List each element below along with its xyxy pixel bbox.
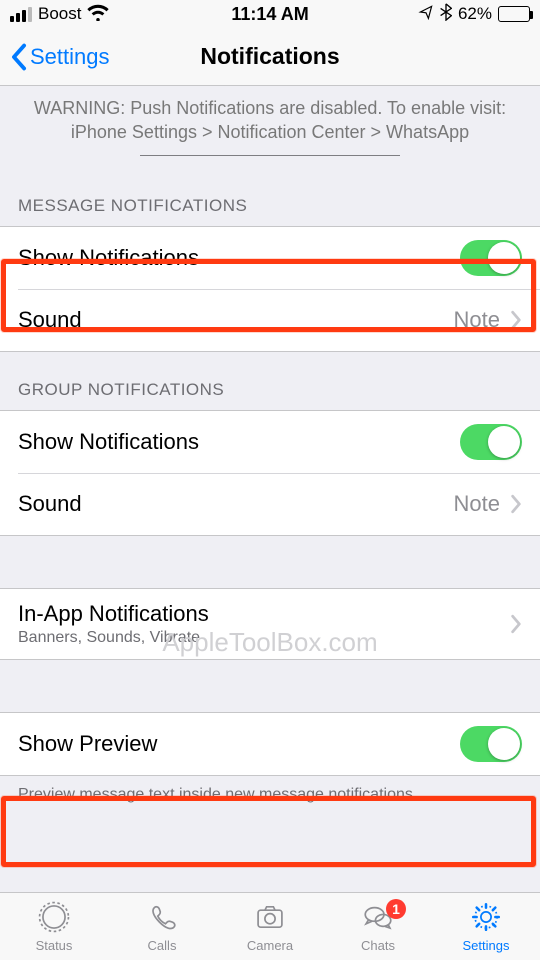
phone-icon	[145, 900, 179, 937]
carrier-name: Boost	[38, 4, 81, 24]
inapp-group: In-App Notifications Banners, Sounds, Vi…	[0, 588, 540, 660]
inapp-notifications-row[interactable]: In-App Notifications Banners, Sounds, Vi…	[0, 589, 540, 659]
cell-label: Sound	[18, 307, 82, 333]
location-icon	[418, 4, 434, 25]
tab-status[interactable]: Status	[0, 893, 108, 960]
tab-label: Calls	[148, 938, 177, 953]
battery-percent: 62%	[458, 4, 492, 24]
chevron-left-icon	[10, 43, 28, 71]
nav-bar: Settings Notifications	[0, 28, 540, 86]
cell-value: Note	[454, 491, 500, 517]
section-header-group: GROUP NOTIFICATIONS	[0, 352, 540, 410]
cell-label: In-App Notifications	[18, 601, 209, 627]
status-ring-icon	[37, 900, 71, 937]
tab-settings[interactable]: Settings	[432, 893, 540, 960]
preview-footer-note: Preview message text inside new message …	[0, 776, 540, 810]
battery-icon	[498, 6, 530, 22]
camera-icon	[253, 900, 287, 937]
tab-label: Camera	[247, 938, 293, 953]
cell-subtitle: Banners, Sounds, Vibrate	[18, 629, 209, 647]
message-show-notifications-toggle[interactable]	[460, 240, 522, 276]
bluetooth-icon	[440, 3, 452, 26]
signal-strength-icon	[10, 7, 32, 22]
chats-badge: 1	[386, 899, 406, 919]
group-show-notifications-row[interactable]: Show Notifications	[0, 411, 540, 473]
push-disabled-warning: WARNING: Push Notifications are disabled…	[0, 86, 540, 156]
show-preview-toggle[interactable]	[460, 726, 522, 762]
tab-label: Status	[36, 938, 73, 953]
tab-calls[interactable]: Calls	[108, 893, 216, 960]
status-bar: Boost 11:14 AM 62%	[0, 0, 540, 28]
group-notifications-group: Show Notifications Sound Note	[0, 410, 540, 536]
group-sound-row[interactable]: Sound Note	[0, 473, 540, 535]
content-scroll[interactable]: WARNING: Push Notifications are disabled…	[0, 86, 540, 810]
message-sound-row[interactable]: Sound Note	[0, 289, 540, 351]
warning-line-1: WARNING: Push Notifications are disabled…	[28, 96, 512, 120]
tab-label: Chats	[361, 938, 395, 953]
cell-label: Show Notifications	[18, 245, 199, 271]
chevron-right-icon	[510, 614, 522, 634]
cell-label: Show Preview	[18, 731, 157, 757]
cell-value: Note	[454, 307, 500, 333]
show-preview-row[interactable]: Show Preview	[0, 713, 540, 775]
cell-label: Sound	[18, 491, 82, 517]
preview-group: Show Preview	[0, 712, 540, 776]
back-button[interactable]: Settings	[10, 43, 110, 71]
tab-label: Settings	[463, 938, 510, 953]
tab-bar: Status Calls Camera 1 Chats Settings	[0, 892, 540, 960]
section-header-message: MESSAGE NOTIFICATIONS	[0, 156, 540, 226]
group-show-notifications-toggle[interactable]	[460, 424, 522, 460]
tab-chats[interactable]: 1 Chats	[324, 893, 432, 960]
back-label: Settings	[30, 44, 110, 70]
message-show-notifications-row[interactable]: Show Notifications	[0, 227, 540, 289]
chevron-right-icon	[510, 310, 522, 330]
wifi-icon	[87, 3, 109, 26]
cell-label: Show Notifications	[18, 429, 199, 455]
message-notifications-group: Show Notifications Sound Note	[0, 226, 540, 352]
chevron-right-icon	[510, 494, 522, 514]
warning-line-2: iPhone Settings > Notification Center > …	[28, 120, 512, 144]
tab-camera[interactable]: Camera	[216, 893, 324, 960]
gear-icon	[469, 900, 503, 937]
